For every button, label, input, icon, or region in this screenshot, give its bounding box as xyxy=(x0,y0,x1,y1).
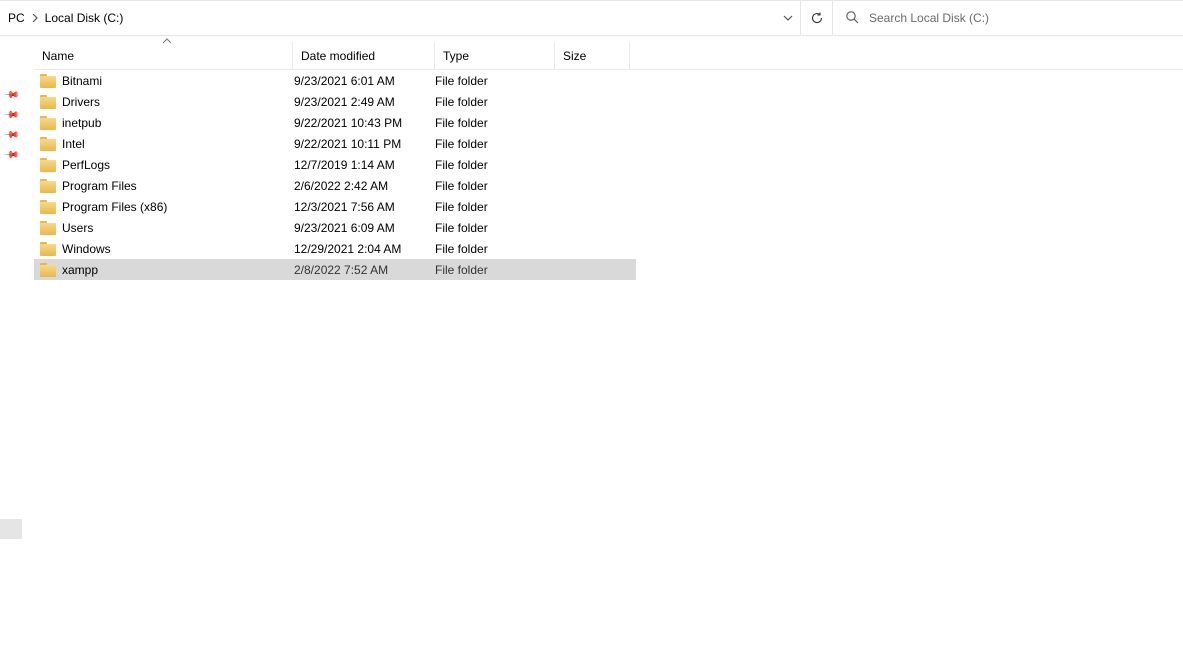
file-type: File folder xyxy=(435,263,554,277)
file-type: File folder xyxy=(435,95,554,109)
pin-icon: 📌 xyxy=(3,147,20,164)
pin-icon: 📌 xyxy=(3,127,20,144)
table-row[interactable]: Windows12/29/2021 2:04 AMFile folder xyxy=(34,238,636,259)
column-label: Name xyxy=(42,49,74,63)
table-row[interactable]: PerfLogs12/7/2019 1:14 AMFile folder xyxy=(34,154,636,175)
file-name: Bitnami xyxy=(62,74,294,88)
file-name: Windows xyxy=(62,242,294,256)
column-label: Type xyxy=(443,49,469,63)
search-input[interactable] xyxy=(869,11,1171,25)
folder-icon xyxy=(40,95,56,109)
search-icon xyxy=(845,10,859,27)
file-date: 2/8/2022 7:52 AM xyxy=(294,263,435,277)
file-type: File folder xyxy=(435,200,554,214)
table-row[interactable]: Program Files (x86)12/3/2021 7:56 AMFile… xyxy=(34,196,636,217)
column-header-date[interactable]: Date modified xyxy=(293,49,434,63)
file-name: PerfLogs xyxy=(62,158,294,172)
breadcrumb-item-pc[interactable]: PC xyxy=(4,1,29,35)
file-type: File folder xyxy=(435,74,554,88)
file-name: xampp xyxy=(62,263,294,277)
file-rows: Bitnami9/23/2021 6:01 AMFile folderDrive… xyxy=(34,70,636,280)
nav-selection-marker xyxy=(0,519,22,539)
file-date: 2/6/2022 2:42 AM xyxy=(294,179,435,193)
history-dropdown[interactable] xyxy=(776,1,800,35)
file-name: Drivers xyxy=(62,95,294,109)
pin-icon: 📌 xyxy=(3,107,20,124)
folder-icon xyxy=(40,74,56,88)
folder-icon xyxy=(40,263,56,277)
file-date: 9/23/2021 6:09 AM xyxy=(294,221,435,235)
file-name: inetpub xyxy=(62,116,294,130)
table-row[interactable]: Program Files2/6/2022 2:42 AMFile folder xyxy=(34,175,636,196)
column-label: Size xyxy=(563,49,586,63)
file-date: 9/22/2021 10:43 PM xyxy=(294,116,435,130)
file-type: File folder xyxy=(435,116,554,130)
column-header-name[interactable]: Name xyxy=(34,49,292,63)
table-row[interactable]: inetpub9/22/2021 10:43 PMFile folder xyxy=(34,112,636,133)
breadcrumb-item-drive[interactable]: Local Disk (C:) xyxy=(41,1,128,35)
table-row[interactable]: xampp2/8/2022 7:52 AMFile folder xyxy=(34,259,636,280)
file-date: 9/23/2021 2:49 AM xyxy=(294,95,435,109)
folder-icon xyxy=(40,158,56,172)
column-header-type[interactable]: Type xyxy=(435,49,554,63)
folder-icon xyxy=(40,179,56,193)
chevron-right-icon[interactable] xyxy=(29,11,41,25)
file-name: Intel xyxy=(62,137,294,151)
folder-icon xyxy=(40,242,56,256)
table-row[interactable]: Users9/23/2021 6:09 AMFile folder xyxy=(34,217,636,238)
sort-ascending-icon xyxy=(162,36,172,47)
breadcrumb: PC Local Disk (C:) xyxy=(0,1,776,35)
file-list-area: Name Date modified Type Size Bitnami9/23… xyxy=(22,36,1183,663)
search-box[interactable] xyxy=(832,1,1183,35)
column-headers: Name Date modified Type Size xyxy=(34,42,1183,70)
breadcrumb-label: Local Disk (C:) xyxy=(45,11,124,25)
file-date: 12/29/2021 2:04 AM xyxy=(294,242,435,256)
column-label: Date modified xyxy=(301,49,375,63)
file-name: Program Files xyxy=(62,179,294,193)
file-name: Users xyxy=(62,221,294,235)
file-date: 12/3/2021 7:56 AM xyxy=(294,200,435,214)
pin-icon: 📌 xyxy=(3,87,20,104)
folder-icon xyxy=(40,137,56,151)
file-date: 9/22/2021 10:11 PM xyxy=(294,137,435,151)
table-row[interactable]: Intel9/22/2021 10:11 PMFile folder xyxy=(34,133,636,154)
file-type: File folder xyxy=(435,137,554,151)
file-type: File folder xyxy=(435,221,554,235)
table-row[interactable]: Bitnami9/23/2021 6:01 AMFile folder xyxy=(34,70,636,91)
refresh-icon xyxy=(810,11,824,25)
table-row[interactable]: Drivers9/23/2021 2:49 AMFile folder xyxy=(34,91,636,112)
breadcrumb-label: PC xyxy=(8,11,25,25)
address-toolbar: PC Local Disk (C:) xyxy=(0,0,1183,36)
folder-icon xyxy=(40,221,56,235)
folder-icon xyxy=(40,200,56,214)
file-name: Program Files (x86) xyxy=(62,200,294,214)
file-date: 12/7/2019 1:14 AM xyxy=(294,158,435,172)
file-type: File folder xyxy=(435,242,554,256)
folder-icon xyxy=(40,116,56,130)
file-type: File folder xyxy=(435,158,554,172)
column-header-size[interactable]: Size xyxy=(555,49,629,63)
refresh-button[interactable] xyxy=(800,1,832,35)
file-type: File folder xyxy=(435,179,554,193)
navigation-pane-gutter: 📌 📌 📌 📌 xyxy=(0,36,22,663)
file-date: 9/23/2021 6:01 AM xyxy=(294,74,435,88)
